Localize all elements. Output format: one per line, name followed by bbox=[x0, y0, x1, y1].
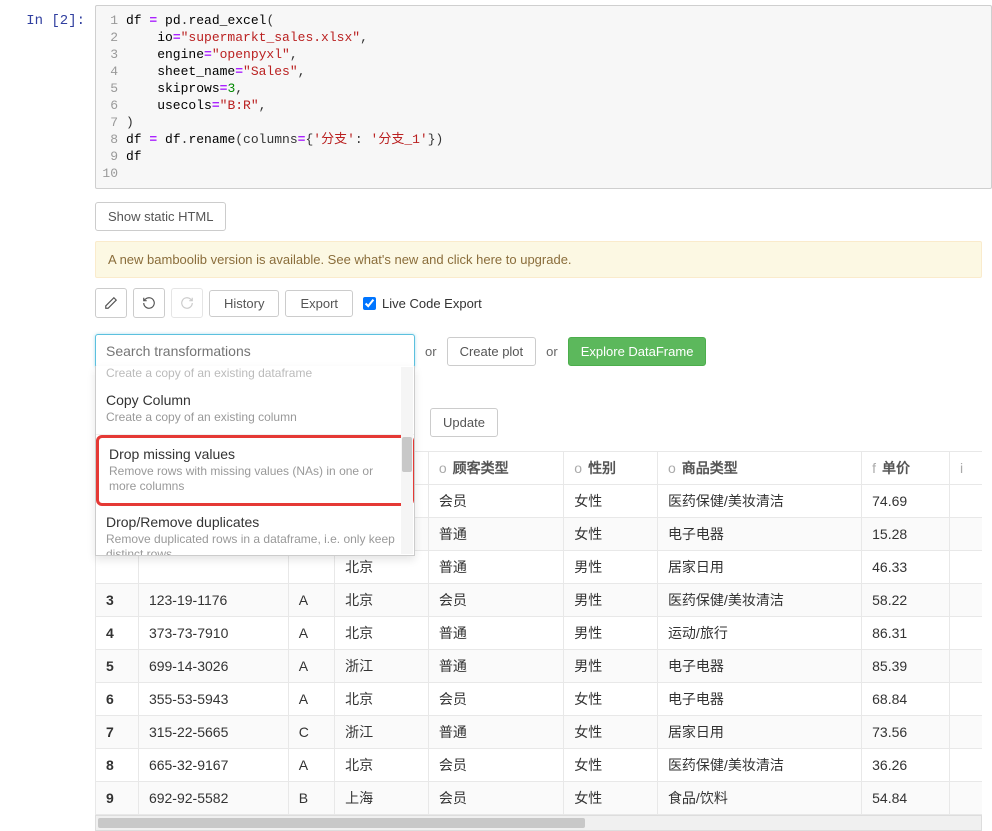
code-lines[interactable]: df = pd.read_excel( io="supermarkt_sales… bbox=[126, 12, 443, 182]
table-row[interactable]: 8665-32-9167A北京会员女性医药保健/美妆清洁36.26 bbox=[96, 749, 983, 782]
dropdown-item[interactable]: Drop/Remove duplicatesRemove duplicated … bbox=[96, 506, 414, 556]
table-row[interactable]: 5699-14-3026A浙江普通男性电子电器85.39 bbox=[96, 650, 983, 683]
transformations-dropdown: Create a copy of an existing dataframe C… bbox=[95, 366, 415, 556]
search-transformations-input[interactable] bbox=[95, 334, 415, 368]
or-text-2: or bbox=[546, 344, 558, 359]
live-code-export-checkbox[interactable] bbox=[363, 297, 376, 310]
update-button[interactable]: Update bbox=[430, 408, 498, 437]
dropdown-item[interactable]: Drop missing valuesRemove rows with miss… bbox=[96, 435, 414, 506]
table-column-header[interactable]: f单价 bbox=[862, 452, 950, 485]
show-static-html-button[interactable]: Show static HTML bbox=[95, 202, 226, 231]
upgrade-banner[interactable]: A new bamboolib version is available. Se… bbox=[95, 241, 982, 278]
table-row[interactable]: 4373-73-7910A北京普通男性运动/旅行86.31 bbox=[96, 617, 983, 650]
history-button[interactable]: History bbox=[209, 290, 279, 317]
cell-prompt: In [2]: bbox=[0, 5, 95, 189]
create-plot-button[interactable]: Create plot bbox=[447, 337, 537, 366]
line-number-gutter: 12345678910 bbox=[96, 12, 126, 182]
table-row[interactable]: 7315-22-5665C浙江普通女性居家日用73.56 bbox=[96, 716, 983, 749]
live-code-export-label[interactable]: Live Code Export bbox=[363, 296, 482, 311]
dropdown-scrollbar[interactable] bbox=[401, 367, 413, 554]
code-input-area[interactable]: 12345678910 df = pd.read_excel( io="supe… bbox=[95, 5, 992, 189]
dropdown-item[interactable]: Copy ColumnCreate a copy of an existing … bbox=[96, 384, 414, 435]
redo-icon[interactable] bbox=[171, 288, 203, 318]
table-column-header[interactable]: o商品类型 bbox=[657, 452, 861, 485]
table-column-header[interactable]: o性别 bbox=[564, 452, 658, 485]
table-column-header[interactable]: i bbox=[949, 452, 982, 485]
table-column-header[interactable]: o顾客类型 bbox=[428, 452, 563, 485]
table-horizontal-scrollbar[interactable] bbox=[95, 815, 982, 831]
export-button[interactable]: Export bbox=[285, 290, 353, 317]
explore-dataframe-button[interactable]: Explore DataFrame bbox=[568, 337, 707, 366]
edit-icon[interactable] bbox=[95, 288, 127, 318]
dropdown-item-cut[interactable]: Create a copy of an existing dataframe bbox=[96, 366, 414, 384]
table-row[interactable]: 3123-19-1176A北京会员男性医药保健/美妆清洁58.22 bbox=[96, 584, 983, 617]
table-row[interactable]: 6355-53-5943A北京会员女性电子电器68.84 bbox=[96, 683, 983, 716]
table-row[interactable]: 9692-92-5582B上海会员女性食品/饮料54.84 bbox=[96, 782, 983, 815]
undo-icon[interactable] bbox=[133, 288, 165, 318]
or-text: or bbox=[425, 344, 437, 359]
